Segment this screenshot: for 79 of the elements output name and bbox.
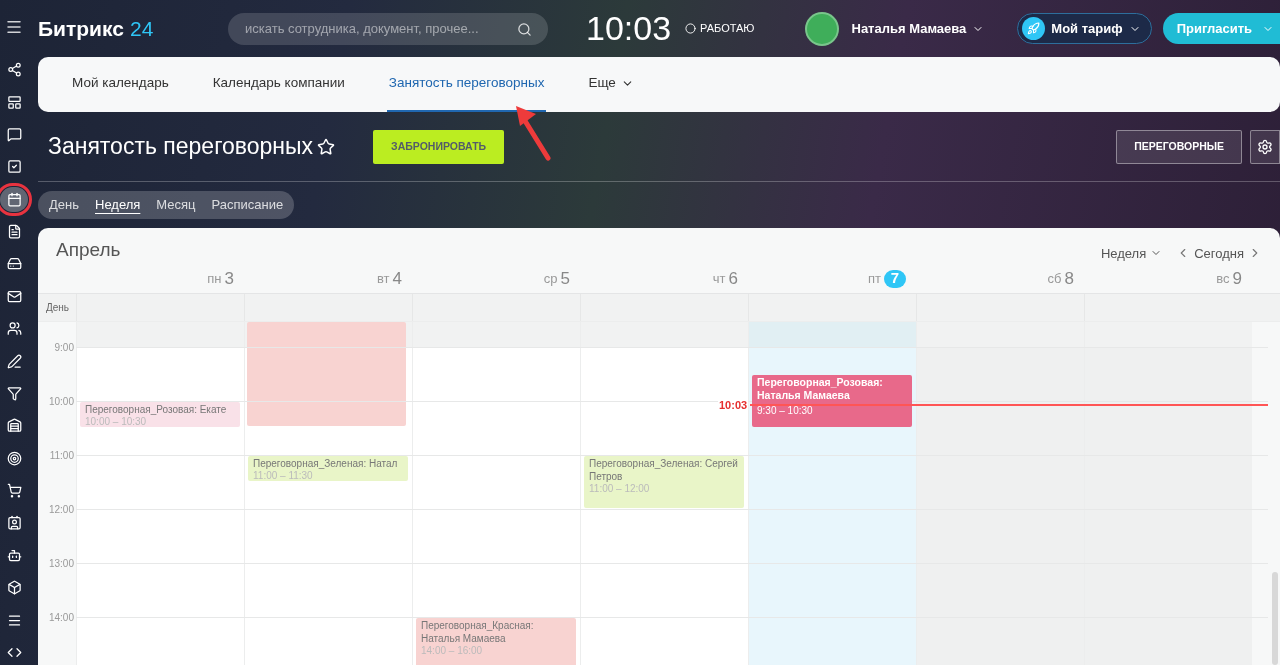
mail-icon [6, 288, 22, 304]
cart-icon [6, 483, 22, 499]
weekday-label: чт [712, 269, 726, 288]
hour-label: 13:00 [48, 557, 74, 571]
weekday-label: пн [207, 269, 222, 288]
view-tab[interactable]: День [44, 195, 84, 215]
settings-button[interactable] [1250, 129, 1280, 164]
day-number: 5 [560, 267, 570, 290]
today-button[interactable]: Сегодня [1194, 243, 1245, 263]
event-title: Переговорная_Розовая: Наталья Мамаева [757, 376, 884, 402]
filter-icon [6, 385, 22, 401]
view-tab[interactable]: Неделя [90, 195, 146, 215]
robot-icon [6, 547, 22, 563]
share-icon [6, 62, 22, 78]
users-icon [6, 321, 22, 337]
rooms-button[interactable]: ПЕРЕГОВОРНЫЕ [1116, 129, 1243, 164]
hour-label: 12:00 [48, 503, 74, 517]
view-tab[interactable]: Месяц [151, 195, 201, 215]
hour-label: 9:00 [54, 341, 74, 355]
event-title: Переговорная_Зеленая: Натал [253, 457, 399, 470]
day-number: 6 [728, 267, 738, 290]
month-title: Апрель [56, 237, 121, 262]
weekday-label: ср [543, 269, 558, 288]
checkbox-icon [6, 159, 22, 175]
stripes-icon [6, 612, 22, 628]
day-number: 9 [1232, 267, 1242, 290]
chat-icon [6, 126, 22, 142]
tab[interactable]: Календарь компании [210, 57, 347, 112]
day-number: 8 [1064, 267, 1074, 290]
window-icon [6, 94, 22, 110]
search-icon [517, 21, 532, 37]
avatar[interactable] [804, 11, 839, 46]
page-title: Занятость переговорных [48, 132, 314, 162]
event-title: Переговорная_Красная: Наталья Мамаева [421, 619, 535, 645]
event-time: 11:00 – 11:30 [253, 470, 314, 481]
settings-icon [1257, 138, 1274, 155]
user-menu[interactable]: Наталья Мамаева [851, 18, 985, 39]
weekday-label: вт [376, 269, 390, 288]
cube-icon [6, 580, 22, 596]
calendar-icon [6, 191, 22, 207]
clock: 10:03 [586, 8, 672, 49]
hour-label: 10:00 [48, 395, 74, 409]
pen-icon [6, 353, 22, 369]
star-icon [317, 137, 336, 156]
hour-label: 11:00 [49, 449, 74, 463]
view-tab[interactable]: Расписание [206, 195, 289, 215]
logo-text: Битрикс [38, 15, 124, 42]
view-select[interactable]: Неделя [1100, 243, 1163, 263]
rocket-icon [1022, 17, 1046, 40]
contact-card-icon [6, 515, 22, 531]
warehouse-icon [6, 418, 22, 434]
event-time: 14:00 – 16:00 [421, 645, 484, 656]
event-card[interactable]: Переговорная_Зеленая: Сергей Петров 11:00 – 12:00 [584, 456, 744, 508]
weekday-label: сб [1047, 269, 1062, 288]
drive-icon [6, 256, 22, 272]
event-time: 9:30 – 10:30 [757, 405, 814, 416]
event-card[interactable]: Переговорная_Красная: Наталья Мамаева 14:00 – 16:00 [416, 618, 576, 665]
status-button[interactable]: РАБОТАЮ [685, 20, 755, 37]
all-day-label: День [46, 301, 70, 315]
tab[interactable]: Мой календарь [70, 57, 171, 112]
document-icon [6, 224, 22, 240]
plan-button[interactable]: Мой тариф [1017, 13, 1152, 44]
target-icon [6, 450, 22, 466]
event-title: Переговорная_Зеленая: Сергей Петров [589, 457, 739, 483]
day-number: 4 [392, 267, 402, 290]
event-time: 11:00 – 12:00 [589, 483, 651, 494]
weekday-label: пт [868, 269, 881, 288]
book-button[interactable]: ЗАБРОНИРОВАТЬ [373, 129, 505, 164]
hour-label: 14:00 [48, 611, 74, 625]
tab[interactable]: Еще [586, 57, 636, 112]
weekday-label: вс [1216, 269, 1230, 288]
event-card[interactable]: Переговорная_Розовая: Наталья Мамаева 9:30 – 10:30 [752, 375, 912, 427]
day-number: 7 [884, 269, 906, 288]
event-card[interactable]: Переговорная_Зеленая: Натал 11:00 – 11:30 [248, 456, 408, 481]
event-title: Переговорная_Розовая: Екате [85, 403, 228, 416]
menu-icon[interactable] [5, 18, 23, 36]
day-number: 3 [224, 267, 234, 290]
logo-number: 24 [129, 15, 154, 42]
highlight-ring [0, 182, 32, 216]
